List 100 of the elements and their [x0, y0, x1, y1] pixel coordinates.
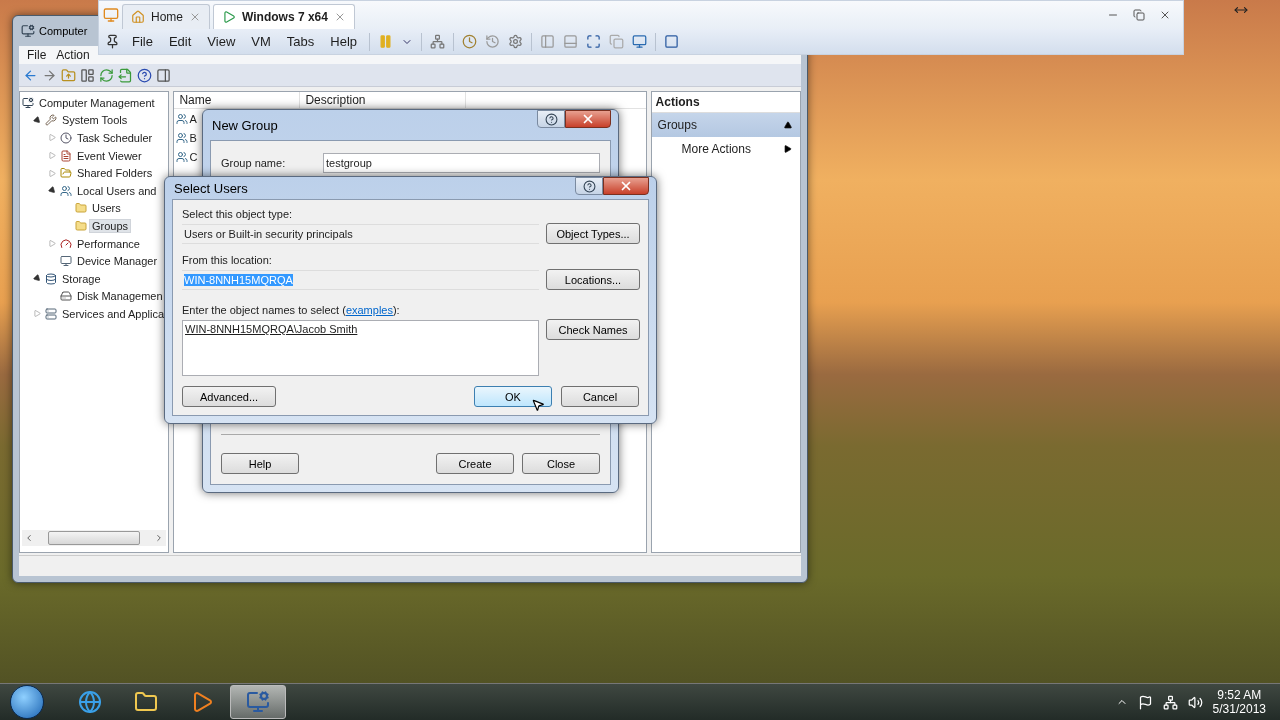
- action-item[interactable]: More Actions: [651, 137, 800, 161]
- collapse-arrow-icon[interactable]: [784, 121, 792, 129]
- app-icon: [103, 7, 119, 23]
- tree-item[interactable]: Disk Managemen: [74, 289, 166, 304]
- tab-label: Home: [151, 10, 183, 24]
- tree-item[interactable]: Computer Management: [36, 95, 158, 110]
- tree-item[interactable]: Task Scheduler: [74, 131, 156, 145]
- shared-folder-icon: [60, 167, 72, 180]
- panel-icon[interactable]: [80, 67, 95, 83]
- expanded-arrow-icon[interactable]: [47, 185, 57, 196]
- volume-icon[interactable]: [1187, 694, 1203, 710]
- menu-item[interactable]: File: [23, 48, 51, 62]
- tree-item[interactable]: Groups: [89, 218, 132, 233]
- dialog-title: New Group: [212, 117, 278, 133]
- dialog-button[interactable]: Locations...: [546, 269, 640, 290]
- users-icon: [176, 150, 189, 163]
- date-text: 5/31/2013: [1212, 702, 1266, 716]
- tree-item[interactable]: Storage: [59, 271, 104, 286]
- history-icon[interactable]: [485, 34, 501, 49]
- tree-item[interactable]: Device Manager: [74, 254, 161, 269]
- storage-icon: [45, 272, 57, 285]
- monitor-icon[interactable]: [632, 34, 648, 49]
- settings-icon[interactable]: [508, 34, 524, 49]
- computer-icon: [22, 96, 34, 109]
- clock[interactable]: 9:52 AM 5/31/2013: [1212, 688, 1266, 716]
- tree-item[interactable]: Local Users and: [74, 183, 160, 198]
- forward-arrow-icon[interactable]: [42, 67, 57, 83]
- table-cell: C: [189, 150, 198, 163]
- clock-icon: [60, 132, 72, 144]
- readonly-field: Users or Built-in security principals: [182, 224, 539, 244]
- dialog-button[interactable]: Cancel: [561, 386, 639, 407]
- menu-item[interactable]: VM: [247, 34, 275, 49]
- folder-icon: [75, 219, 87, 232]
- help-icon[interactable]: [137, 67, 152, 83]
- window-title: Computer: [39, 25, 88, 37]
- tree-item[interactable]: Services and Applica: [59, 306, 168, 321]
- menu-item[interactable]: Tabs: [282, 34, 319, 49]
- dialog-button[interactable]: Advanced...: [182, 386, 276, 407]
- tree-item[interactable]: Event Viewer: [74, 148, 145, 163]
- tree-item[interactable]: Performance: [74, 236, 143, 251]
- selected-text: WIN-8NNH15MQRQA: [184, 274, 293, 286]
- horizontal-scrollbar[interactable]: [22, 530, 167, 546]
- action-label: More Actions: [681, 142, 751, 156]
- column-header[interactable]: Name: [174, 92, 301, 108]
- text-area[interactable]: WIN-8NNH15MQRQA\Jacob Smith: [182, 320, 539, 376]
- restore-icon[interactable]: [1133, 9, 1145, 21]
- fullscreen-icon[interactable]: [586, 34, 602, 49]
- text-field[interactable]: testgroup: [323, 153, 600, 173]
- network-icon[interactable]: [1162, 694, 1178, 710]
- snapshot-icon[interactable]: [462, 34, 478, 49]
- close-button[interactable]: [603, 177, 649, 195]
- tab-label: Windows 7 x64: [242, 10, 328, 24]
- help-icon: [544, 112, 558, 126]
- dialog-button[interactable]: Create: [436, 453, 514, 474]
- table-cell: A: [189, 112, 197, 125]
- close-icon[interactable]: [1159, 9, 1171, 21]
- dialog-button[interactable]: OK: [474, 386, 552, 407]
- copy-icon[interactable]: [609, 34, 625, 49]
- menu-item[interactable]: Help: [326, 34, 362, 49]
- export-icon[interactable]: [118, 67, 133, 83]
- folder-up-icon[interactable]: [61, 67, 76, 83]
- pin-icon[interactable]: [105, 34, 120, 49]
- dialog-button[interactable]: Close: [522, 453, 600, 474]
- start-button[interactable]: [10, 685, 44, 719]
- folder-icon: [75, 202, 87, 215]
- panel-icon[interactable]: [156, 67, 171, 83]
- help-button[interactable]: [537, 110, 565, 128]
- table-cell: B: [189, 131, 197, 144]
- close-icon: [581, 112, 595, 126]
- menu-item[interactable]: View: [203, 34, 240, 49]
- back-arrow-icon[interactable]: [23, 67, 38, 83]
- dialog-title: Select Users: [174, 180, 248, 196]
- scrollbar-thumb[interactable]: [48, 531, 141, 545]
- menu-item[interactable]: File: [128, 34, 157, 49]
- column-header[interactable]: Description: [300, 92, 467, 108]
- actions-section[interactable]: Groups: [651, 113, 800, 137]
- services-icon: [45, 307, 57, 320]
- menu-item[interactable]: Action: [52, 48, 94, 62]
- users-icon: [176, 112, 189, 125]
- dialog-button[interactable]: Help: [221, 453, 299, 474]
- flag-icon[interactable]: [1137, 694, 1153, 710]
- field-label: Group name:: [221, 157, 287, 169]
- refresh-icon[interactable]: [99, 67, 114, 83]
- help-button[interactable]: [575, 177, 603, 195]
- expanded-arrow-icon[interactable]: [32, 273, 42, 284]
- view-icon[interactable]: [664, 34, 680, 49]
- expanded-arrow-icon[interactable]: [32, 115, 42, 126]
- tab[interactable]: Home: [122, 4, 210, 29]
- close-icon: [619, 179, 633, 193]
- dialog-button[interactable]: Check Names: [546, 319, 640, 340]
- tree-item[interactable]: Shared Folders: [74, 166, 156, 181]
- users-icon: [176, 131, 189, 144]
- close-button[interactable]: [565, 110, 611, 128]
- menu-item[interactable]: Edit: [164, 34, 196, 49]
- tree-item[interactable]: Users: [89, 201, 124, 216]
- tab[interactable]: Windows 7 x64: [213, 4, 355, 29]
- tree-item[interactable]: System Tools: [59, 113, 131, 128]
- time-text: 9:52 AM: [1217, 688, 1262, 702]
- dialog-button[interactable]: Object Types...: [546, 223, 640, 244]
- globe-icon: [78, 690, 102, 714]
